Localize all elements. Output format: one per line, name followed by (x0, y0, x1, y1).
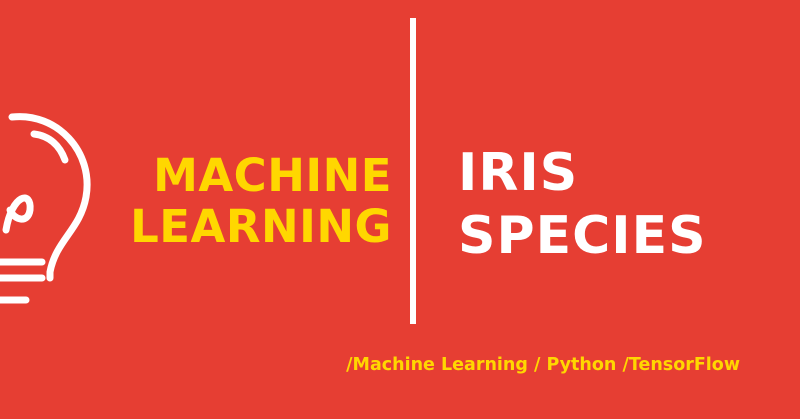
vertical-divider (410, 18, 416, 324)
title-line-species: SPECIES (458, 206, 707, 266)
lightbulb-icon (0, 113, 91, 304)
title-line-iris: IRIS (458, 143, 579, 203)
machine-learning-title: MACHINE LEARNING (130, 150, 392, 252)
title-line-learning: LEARNING (130, 200, 392, 253)
iris-species-title: IRIS SPECIES (458, 142, 707, 268)
title-line-machine: MACHINE (153, 149, 392, 202)
banner: MACHINE LEARNING IRIS SPECIES /Machine L… (0, 0, 800, 419)
topic-tags: /Machine Learning / Python /TensorFlow (346, 355, 740, 375)
